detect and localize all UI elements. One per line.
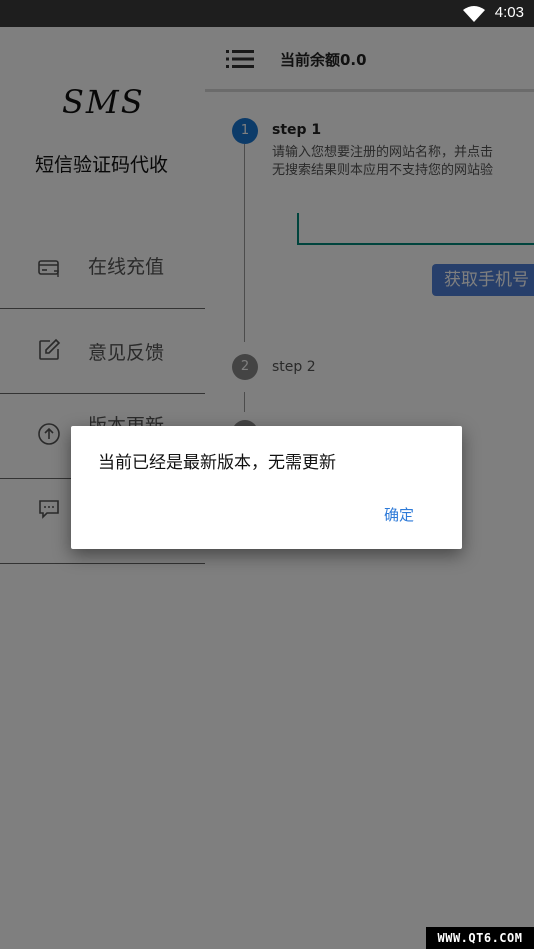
dialog-message: 当前已经是最新版本，无需更新 [98,453,336,473]
update-dialog: 当前已经是最新版本，无需更新 确定 [71,426,462,549]
watermark: WWW.QT6.COM [426,927,534,949]
status-time: 4:03 [494,4,524,21]
ok-button[interactable]: 确定 [384,504,414,525]
status-bar: 4:03 [0,0,534,27]
wifi-icon [463,6,485,22]
